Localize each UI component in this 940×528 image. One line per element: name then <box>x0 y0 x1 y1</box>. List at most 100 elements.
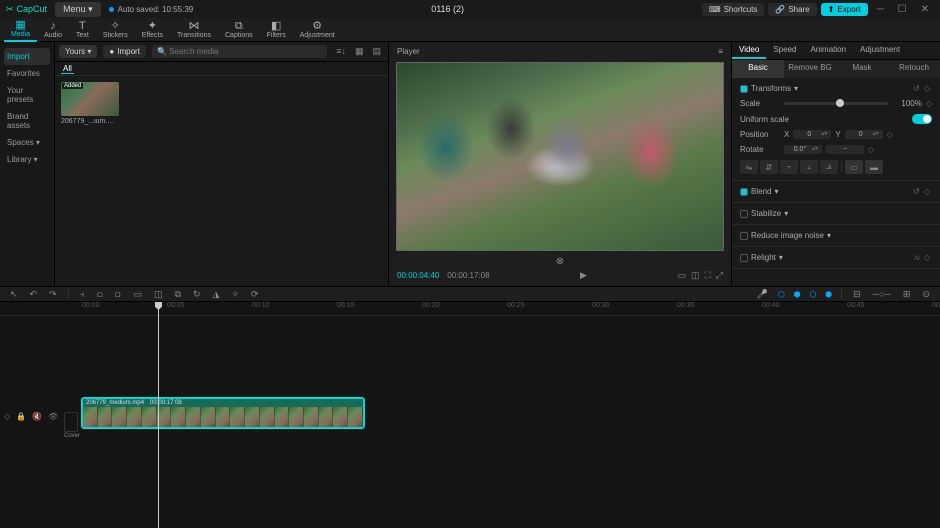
redo-button[interactable]: ↷ <box>44 289 62 300</box>
position-keyframe-icon[interactable]: ◇ <box>887 130 893 139</box>
viewport-button[interactable]: ⛶ <box>704 270 710 281</box>
freeze-tool[interactable]: ✧ <box>226 289 244 300</box>
position-x-input[interactable]: 0▴▾ <box>793 130 831 139</box>
search-input[interactable]: 🔍 Search media <box>152 45 327 58</box>
flip-v-icon[interactable]: ⇵ <box>760 160 778 174</box>
keyframe-icon[interactable]: ◇ <box>922 187 932 196</box>
media-item[interactable]: Added 206779_...ium.mp4 <box>61 82 119 125</box>
inspector-tab-speed[interactable]: Speed <box>766 42 803 59</box>
subtab-basic[interactable]: Basic <box>732 60 784 78</box>
subtab-remove-bg[interactable]: Remove BG <box>784 60 836 78</box>
trim-left-tool[interactable]: ⟤ <box>91 289 108 300</box>
align-mid-icon[interactable]: ⫠ <box>800 160 818 174</box>
align-bot-icon[interactable]: ⫡ <box>820 160 838 174</box>
window-close[interactable]: ✕ <box>916 4 934 15</box>
position-y-input[interactable]: 0▴▾ <box>845 130 883 139</box>
track-lock-icon[interactable]: ◇ <box>4 412 10 421</box>
cover-thumb[interactable] <box>64 412 78 432</box>
window-max[interactable]: ☐ <box>893 4 912 15</box>
subtab-retouch[interactable]: Retouch <box>888 60 940 78</box>
sidebar-item-your-presets[interactable]: Your presets <box>4 82 50 108</box>
ratio-button[interactable]: ▭ <box>677 270 686 281</box>
keyframe-icon[interactable]: ◇ <box>922 84 932 93</box>
export-button[interactable]: ⬆ Export <box>821 3 868 16</box>
sidebar-item-import[interactable]: Import <box>4 48 50 65</box>
zoom-in-icon[interactable]: ⊞ <box>898 289 916 300</box>
section-transforms[interactable]: Transforms ▾ <box>740 84 798 93</box>
section-stabilize[interactable]: Stabilize ▾ <box>740 209 788 218</box>
shortcuts-button[interactable]: ⌨ Shortcuts <box>702 3 764 16</box>
trim-right-tool[interactable]: ⟥ <box>110 289 127 300</box>
zoom-fit-icon[interactable]: ⊙ <box>917 289 935 300</box>
duplicate-tool[interactable]: ⧉ <box>170 289 186 300</box>
pointer-tool[interactable]: ↖ <box>5 289 23 300</box>
tool-transitions[interactable]: ⋈Transitions <box>170 19 218 41</box>
reverse-tool[interactable]: ↻ <box>188 289 206 300</box>
tool-media[interactable]: ▦Media <box>4 18 37 42</box>
keyframe-icon[interactable]: ◇ <box>922 253 932 262</box>
zoom-slider[interactable]: ─○─ <box>868 289 896 299</box>
sidebar-item-favorites[interactable]: Favorites <box>4 65 50 82</box>
player-options-button[interactable]: ⊗ <box>552 256 568 267</box>
preview-icon[interactable]: ⬢ <box>822 290 835 299</box>
mic-icon[interactable]: 🎤 <box>752 289 773 300</box>
share-button[interactable]: 🔗 Share <box>768 3 816 16</box>
section-denoise[interactable]: Reduce image noise ▾ <box>740 231 831 240</box>
rotate-tool[interactable]: ⟳ <box>246 289 264 300</box>
rotate-minus[interactable]: − <box>826 145 864 154</box>
timeline-clip[interactable]: 206779_medium.mp4 00:00:17:08 <box>82 398 364 428</box>
tool-audio[interactable]: ♪Audio <box>37 19 69 41</box>
timeline[interactable]: 00:0000:0500:1000:1500:2000:2500:3000:35… <box>0 302 940 528</box>
tool-text[interactable]: TText <box>69 19 96 41</box>
tab-yours[interactable]: Yours ▾ <box>59 45 97 58</box>
fullscreen-button[interactable]: ⤢ <box>716 270 723 281</box>
sort-button[interactable]: ≡↓ <box>333 46 349 57</box>
magnet-icon[interactable]: ⬡ <box>775 290 788 299</box>
rotate-input[interactable]: 0.0°▴▾ <box>784 145 822 154</box>
section-blend[interactable]: Blend ▾ <box>740 187 778 196</box>
undo-button[interactable]: ↶ <box>25 289 43 300</box>
rotate-keyframe-icon[interactable]: ◇ <box>868 145 874 154</box>
tab-all[interactable]: All <box>61 64 74 74</box>
compare-button[interactable]: ◫ <box>691 270 700 281</box>
link-icon[interactable]: ⬢ <box>791 290 804 299</box>
tool-effects[interactable]: ✦Effects <box>135 19 170 41</box>
filter-button[interactable]: ▤ <box>369 46 384 57</box>
mirror-tool[interactable]: ◮ <box>208 289 225 300</box>
snap-icon[interactable]: ⬡ <box>806 290 819 299</box>
play-button[interactable]: ▶ <box>498 270 670 281</box>
video-canvas[interactable] <box>396 62 724 251</box>
reset-icon[interactable]: ↺ <box>911 84 922 93</box>
inspector-tab-adjustment[interactable]: Adjustment <box>853 42 907 59</box>
scale-slider[interactable] <box>784 102 888 105</box>
tool-stickers[interactable]: ✧Stickers <box>96 19 135 41</box>
tool-captions[interactable]: ⧉Captions <box>218 19 260 41</box>
sidebar-item-library[interactable]: Library ▾ <box>4 151 50 168</box>
inspector-tab-animation[interactable]: Animation <box>803 42 853 59</box>
menu-button[interactable]: Menu ▾ <box>55 2 101 17</box>
zoom-out-icon[interactable]: ⊟ <box>848 289 866 300</box>
track-eye-icon[interactable]: 👁 <box>48 412 58 421</box>
split-tool[interactable]: ⫞ <box>75 289 90 300</box>
crop-tool[interactable]: ◫ <box>149 289 168 300</box>
fit-icon[interactable]: ▭ <box>845 160 863 174</box>
sidebar-item-brand-assets[interactable]: Brand assets <box>4 108 50 134</box>
tool-filters[interactable]: ◧Filters <box>260 19 293 41</box>
scale-keyframe-icon[interactable]: ◇ <box>926 99 932 108</box>
section-relight[interactable]: Relight ▾ <box>740 253 783 262</box>
align-top-icon[interactable]: ⫟ <box>780 160 798 174</box>
track-hide-icon[interactable]: 🔇 <box>32 412 42 421</box>
player-menu-button[interactable]: ≡ <box>718 47 723 56</box>
reset-icon[interactable]: ↺ <box>911 187 922 196</box>
uniform-scale-toggle[interactable] <box>912 114 932 124</box>
grid-view-button[interactable]: ▦ <box>352 46 367 57</box>
window-min[interactable]: ─ <box>872 4 889 15</box>
flip-h-icon[interactable]: ⇋ <box>740 160 758 174</box>
sidebar-item-spaces[interactable]: Spaces ▾ <box>4 134 50 151</box>
delete-tool[interactable]: ▭ <box>129 289 148 300</box>
subtab-mask[interactable]: Mask <box>836 60 888 78</box>
playhead[interactable] <box>158 302 159 528</box>
tool-adjustment[interactable]: ⚙Adjustment <box>293 19 342 41</box>
inspector-tab-video[interactable]: Video <box>732 42 766 59</box>
fill-icon[interactable]: ▬ <box>865 160 883 174</box>
